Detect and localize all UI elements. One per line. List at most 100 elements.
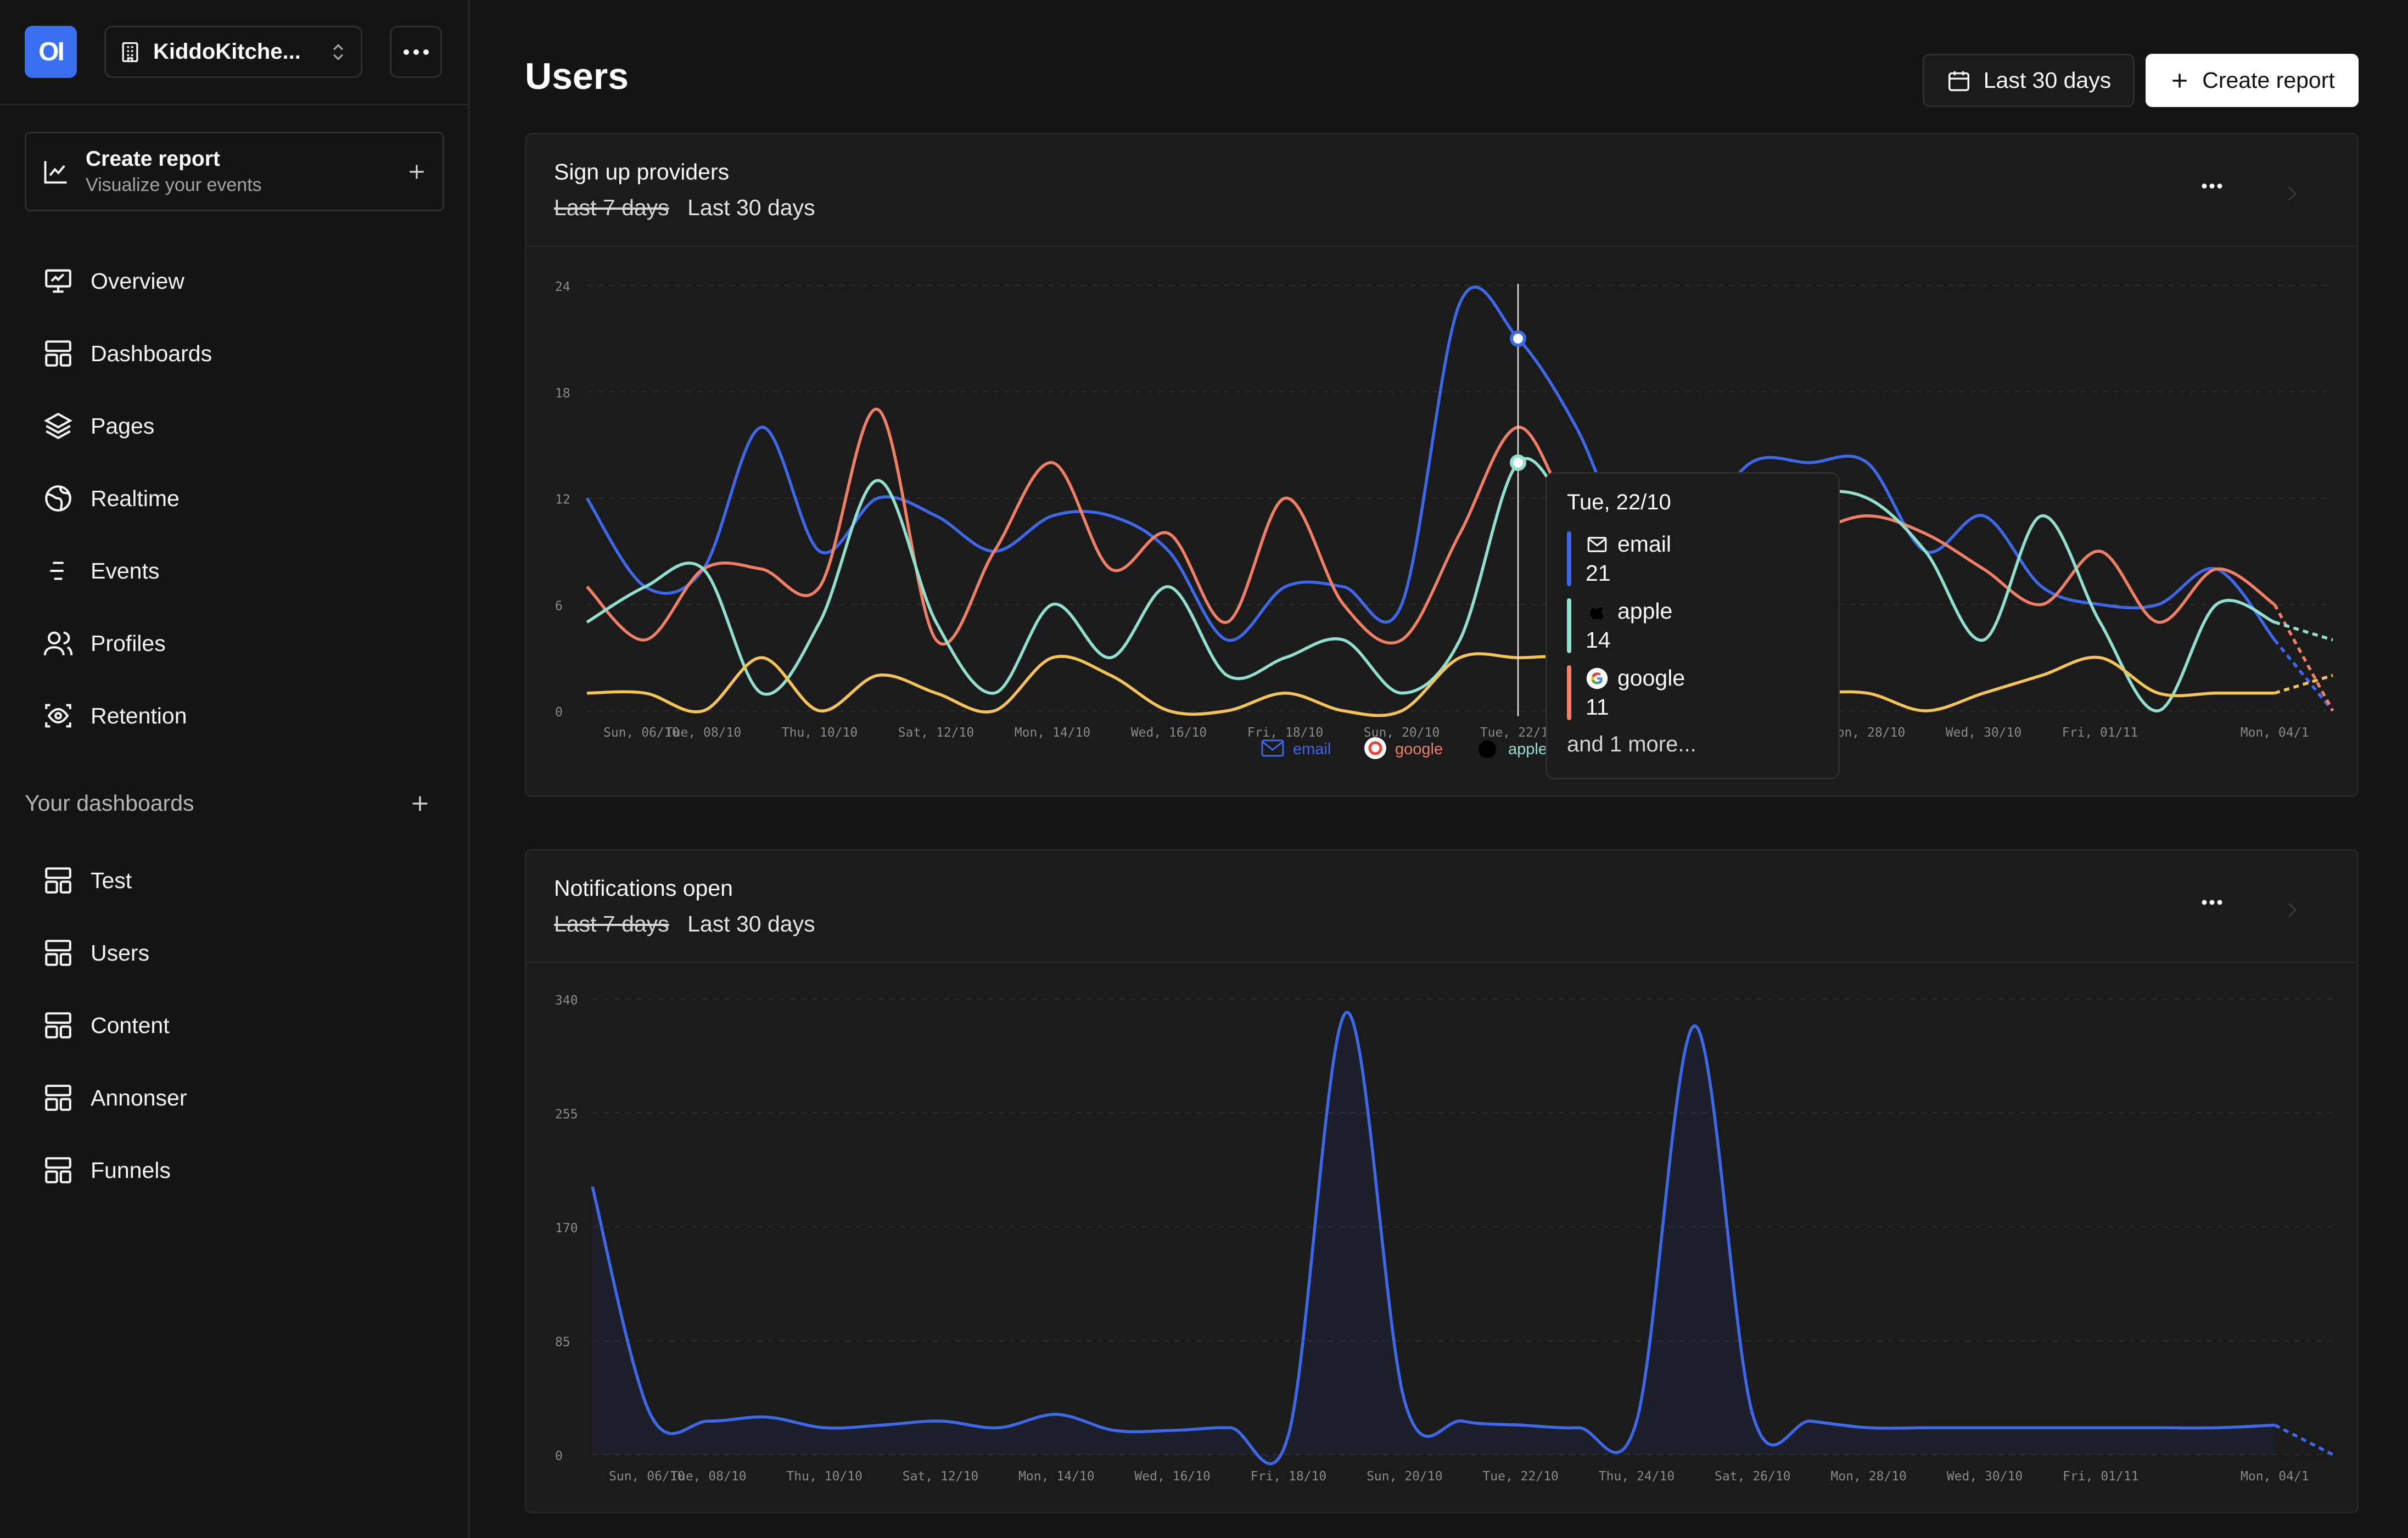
tooltip-series-name: apple	[1617, 598, 1673, 624]
legend-label: email	[1293, 740, 1331, 758]
presentation-icon	[45, 269, 71, 293]
x-tick-label: Mon, 04/1	[2241, 1469, 2309, 1484]
legend-item: google	[1364, 737, 1443, 759]
notifications-open-chart: 085170255340Sun, 06/10Tue, 08/10 Thu, 10/…	[555, 993, 2334, 1484]
project-switcher[interactable]: KiddoKitche...	[104, 26, 362, 78]
nav-item-retention[interactable]: Retention	[25, 680, 444, 752]
series-line-forecast	[2274, 673, 2333, 695]
globe-icon	[45, 485, 71, 512]
mail-icon	[1587, 536, 1607, 552]
tooltip-more: and 1 more...	[1567, 732, 1696, 756]
page-title: Users	[525, 55, 629, 97]
x-tick-label: Sat, 12/10	[898, 726, 974, 740]
tooltip-series-name: email	[1617, 531, 1671, 557]
y-tick-label: 85	[555, 1335, 570, 1350]
series-color-bar	[1567, 665, 1571, 720]
dashboard-item-content[interactable]: Content	[25, 989, 444, 1062]
y-tick-label: 24	[555, 280, 570, 294]
x-tick-label: Fri, 01/11	[2063, 1469, 2138, 1484]
x-tick-label: Mon, 28/10	[1829, 726, 1905, 740]
signup-providers-chart: 06121824Sun, 06/10Tue, 08/10 Thu, 10/10 Sa…	[555, 280, 2334, 759]
main-content: Users Last 30 days Create report Sign up…	[470, 0, 2408, 1538]
app-logo[interactable]: OI	[25, 26, 77, 78]
x-tick-label: Tue, 22/10	[1482, 1469, 1558, 1484]
nav-item-pages[interactable]: Pages	[25, 390, 444, 462]
hover-point	[1510, 454, 1526, 471]
add-dashboard-plus-icon[interactable]	[409, 793, 431, 815]
x-tick-label: Sun, 20/10	[1367, 1469, 1442, 1484]
nav-item-profiles[interactable]: Profiles	[25, 607, 444, 680]
dashboards-heading: Your dashboards	[25, 790, 194, 816]
create-report-subtitle: Visualize your events	[86, 175, 262, 195]
more-options-button[interactable]	[390, 26, 442, 78]
more-horizontal-icon	[403, 49, 429, 55]
layers-icon	[44, 412, 72, 440]
x-tick-label: Mon, 04/1	[2241, 726, 2309, 740]
legend-item: email	[1261, 739, 1331, 758]
x-tick-label: Fri, 01/11	[2062, 726, 2138, 740]
dashboard-item-funnels[interactable]: Funnels	[25, 1134, 444, 1206]
dashboard-label: Content	[91, 1012, 170, 1038]
dashboard-item-annonser[interactable]: Annonser	[25, 1062, 444, 1134]
dashboard-icon	[45, 1085, 71, 1111]
tooltip-series-value: 11	[1586, 694, 1609, 720]
list-icon	[50, 562, 64, 580]
apple-icon	[1589, 602, 1605, 620]
plus-icon	[2172, 73, 2187, 88]
legend-label: apple	[1508, 740, 1547, 758]
series-color-bar	[1567, 531, 1571, 586]
x-tick-label: Tue, 22/10	[1480, 726, 1556, 740]
dashboards-nav: Test Users Content Annonser Funnels	[25, 844, 444, 1206]
y-tick-label: 0	[555, 705, 563, 720]
series-line	[591, 1011, 2275, 1466]
x-tick-label: Thu, 24/10	[1599, 1469, 1675, 1484]
x-tick-label: Tue, 08/10	[665, 726, 741, 740]
series-line	[586, 652, 2275, 717]
series-line-forecast	[2274, 620, 2333, 642]
x-tick-label: Thu, 10/10	[782, 726, 858, 740]
date-range-button[interactable]: Last 30 days	[1923, 54, 2135, 107]
create-report-label: Create report	[2202, 68, 2335, 93]
nav-item-realtime[interactable]: Realtime	[25, 462, 444, 535]
chart-tooltip: Tue, 22/10 email 21 apple 14 google 11 a…	[1545, 472, 1840, 779]
y-tick-label: 170	[555, 1221, 578, 1236]
tooltip-series-value: 21	[1586, 560, 1611, 586]
tooltip-series-value: 14	[1586, 627, 1611, 653]
nav-item-dashboards[interactable]: Dashboards	[25, 317, 444, 390]
mail-icon-flap	[1262, 740, 1284, 751]
y-tick-label: 0	[555, 1449, 563, 1463]
x-tick-label: Wed, 30/10	[1946, 726, 2021, 740]
nav-label: Profiles	[91, 630, 166, 656]
nav-label: Pages	[91, 413, 155, 439]
series-area	[592, 1012, 2275, 1464]
nav-item-overview[interactable]: Overview	[25, 245, 444, 317]
sidebar-header: OI KiddoKitche...	[0, 0, 468, 105]
x-tick-label: Fri, 18/10	[1251, 1469, 1326, 1484]
x-tick-label: Tue, 08/10	[670, 1469, 746, 1484]
nav-item-events[interactable]: Events	[25, 535, 444, 607]
main-nav: Overview Dashboards Pages Realtime Event…	[25, 245, 444, 752]
legend-item: apple	[1479, 740, 1547, 758]
dashboard-label: Annonser	[91, 1085, 187, 1110]
create-report-button[interactable]: Create report	[2146, 54, 2359, 107]
chart-card-signup-providers: Sign up providers Last 7 days Last 30 da…	[525, 133, 2359, 797]
chevron-updown-icon	[333, 43, 344, 60]
y-tick-label: 12	[555, 493, 570, 507]
x-tick-label: Wed, 16/10	[1134, 1469, 1210, 1484]
dashboard-icon	[45, 940, 71, 966]
nav-label: Retention	[91, 703, 187, 728]
series-line	[586, 457, 2276, 712]
x-tick-label: Wed, 16/10	[1131, 726, 1207, 740]
chart-card-notifications-open: Notifications open Last 7 days Last 30 d…	[525, 849, 2359, 1513]
dashboard-icon	[45, 340, 71, 367]
tooltip-row-email: email 21	[1567, 531, 1818, 586]
series-line-forecast	[2273, 603, 2334, 712]
dashboard-item-users[interactable]: Users	[25, 917, 444, 989]
dashboard-item-test[interactable]: Test	[25, 844, 444, 917]
y-tick-label: 6	[555, 599, 563, 613]
x-tick-label: Mon, 14/10	[1018, 1469, 1094, 1484]
nav-label: Realtime	[91, 485, 180, 511]
x-tick-label: Mon, 28/10	[1830, 1469, 1906, 1484]
create-report-card[interactable]: Create report Visualize your events	[25, 132, 444, 211]
dashboard-label: Test	[91, 867, 132, 893]
